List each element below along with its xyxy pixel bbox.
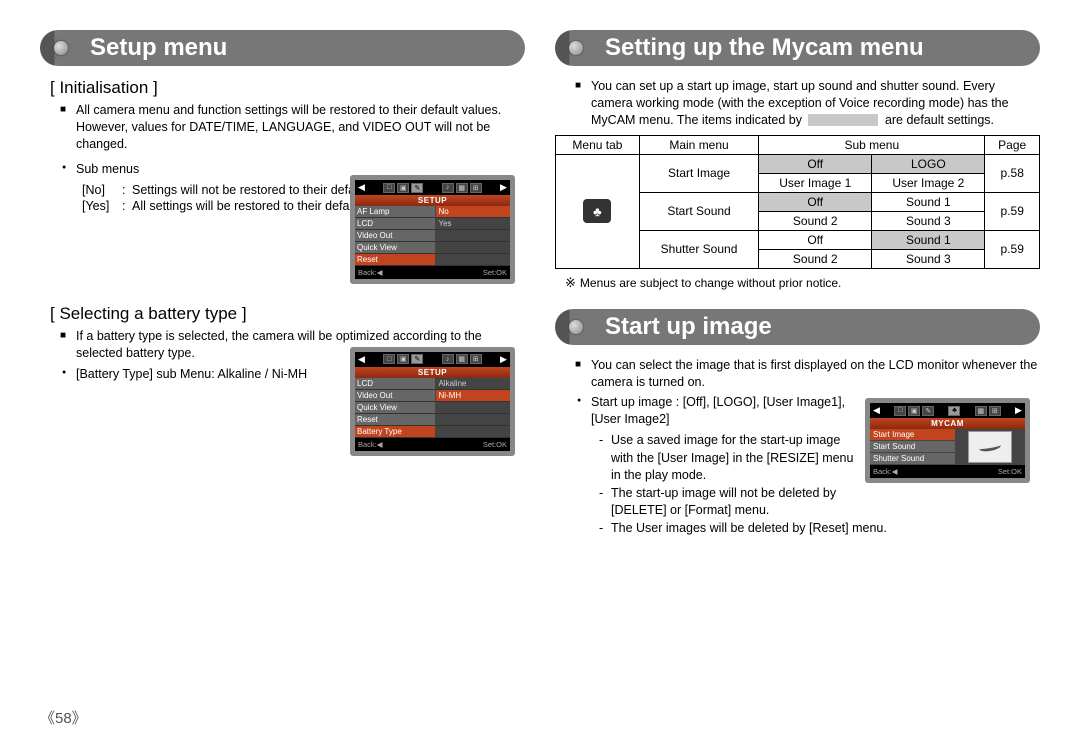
left-column: Setup menu [ Initialisation ] All camera… — [40, 30, 525, 537]
section-initialisation-title: [ Initialisation ] — [50, 78, 525, 98]
section-battery-title: [ Selecting a battery type ] — [50, 304, 525, 324]
mycam-table: Menu tab Main menu Sub menu Page ♣ Start… — [555, 135, 1040, 269]
menu-row: Quick View — [355, 402, 510, 414]
menu-row: Reset — [355, 414, 510, 426]
menu-row: Reset — [355, 254, 510, 266]
sui-note-3: The User images will be deleted by [Rese… — [603, 520, 1040, 538]
battery-desc: If a battery type is selected, the camer… — [76, 328, 525, 362]
battery-sub: [Battery Type] sub Menu: Alkaline / Ni-M… — [76, 366, 525, 383]
mycam-intro: You can set up a start up image, start u… — [591, 78, 1040, 129]
banner-setup-menu: Setup menu — [40, 30, 525, 66]
nav-right-icon: ▶ — [500, 182, 507, 193]
screenshot-setup-reset: ◀ □▣✎ ♪▦⊞ ▶ SETUP AF LampNoLCDYesVideo O… — [350, 175, 515, 284]
menu-row: Video Out — [355, 230, 510, 242]
banner-startup-image: Start up image — [555, 309, 1040, 345]
nav-left-icon: ◀ — [358, 182, 365, 193]
menu-row: Quick View — [355, 242, 510, 254]
sui-opts: Start up image : [Off], [LOGO], [User Im… — [591, 394, 1040, 428]
mycam-note: ※Menus are subject to change without pri… — [565, 275, 1040, 291]
menu-row: Battery Type — [355, 426, 510, 438]
sui-note-2: The start-up image will not be deleted b… — [603, 485, 1040, 520]
menu-row: Video OutNi-MH — [355, 390, 510, 402]
banner-mycam-menu: Setting up the Mycam menu — [555, 30, 1040, 66]
screenshot-setup-battery: ◀ □▣✎ ♪▦⊞ ▶ SETUP LCDAlkalineVideo OutNi… — [350, 347, 515, 456]
page-number: 《58》 — [40, 707, 87, 728]
submenus-label: Sub menus — [76, 161, 525, 178]
init-desc: All camera menu and function settings wi… — [76, 102, 525, 153]
sui-desc: You can select the image that is first d… — [591, 357, 1040, 391]
right-column: Setting up the Mycam menu You can set up… — [555, 30, 1040, 537]
sui-note-1: Use a saved image for the start-up image… — [603, 432, 1040, 485]
menu-row: LCDYes — [355, 218, 510, 230]
mycam-tab-icon: ♣ — [583, 199, 611, 223]
default-highlight-swatch — [808, 114, 878, 126]
menu-row: AF LampNo — [355, 206, 510, 218]
